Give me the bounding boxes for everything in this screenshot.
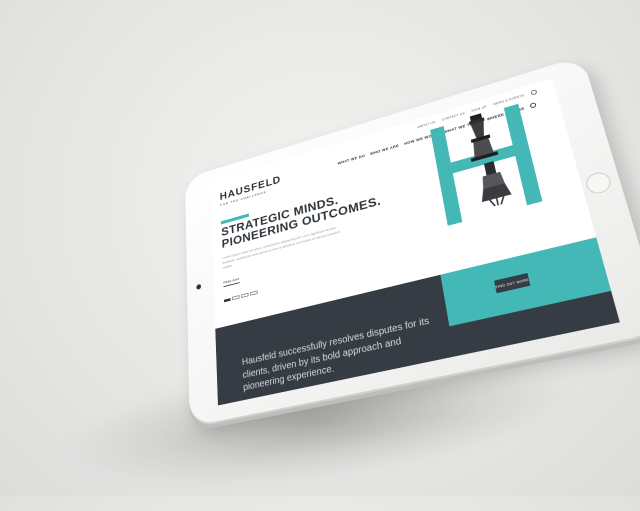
search-icon[interactable]	[529, 102, 537, 109]
nav-item-what-we-do[interactable]: WHAT WE DO	[337, 153, 365, 165]
pager-dot-active[interactable]	[223, 297, 231, 302]
search-icon[interactable]	[530, 89, 538, 96]
pager-dot[interactable]	[250, 290, 258, 296]
pager-dot[interactable]	[232, 295, 240, 301]
pager-dot[interactable]	[241, 292, 249, 299]
nav-item-who-we-are[interactable]: WHO WE ARE	[370, 143, 399, 155]
read-more-link[interactable]: Read more	[223, 276, 240, 288]
h-letter-left-stroke	[430, 126, 463, 226]
brand-logo[interactable]: HAUSFELD FOR THE CHALLENGE	[220, 173, 282, 207]
rocket-figure	[479, 161, 512, 210]
slider-pager	[223, 290, 258, 302]
